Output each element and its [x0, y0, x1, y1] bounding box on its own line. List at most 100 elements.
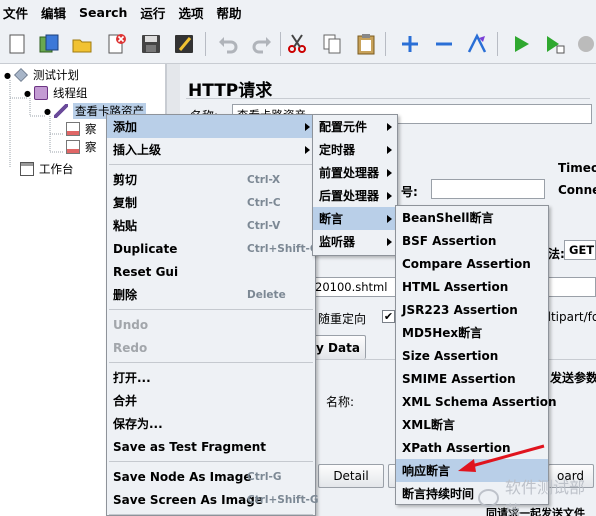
menu-item-shortcut: Ctrl+Shift-G — [247, 493, 319, 506]
watermark-text: 软件测试部落 — [505, 478, 586, 516]
menu-item-监听器[interactable]: 监听器 — [313, 230, 397, 253]
start-no-pause-icon[interactable] — [540, 30, 568, 58]
menu-item-label: BeanShell断言 — [402, 211, 494, 225]
menu-item-后置处理器[interactable]: 后置处理器 — [313, 184, 397, 207]
stop-icon[interactable] — [572, 30, 596, 58]
menu-item-label: 打开... — [113, 371, 151, 385]
menu-item-jsr223-assertion[interactable]: JSR223 Assertion — [396, 298, 548, 321]
menu-separator — [109, 164, 313, 165]
menu-item-合并[interactable]: 合并 — [107, 389, 315, 412]
tree-toggle-icon[interactable]: ● — [4, 71, 11, 80]
menu-item-前置处理器[interactable]: 前置处理器 — [313, 161, 397, 184]
collapse-icon[interactable] — [430, 30, 458, 58]
menu-item-smime-assertion[interactable]: SMIME Assertion — [396, 367, 548, 390]
tree-item-child[interactable]: 察 — [66, 138, 97, 156]
menu-item-xml断言[interactable]: XML断言 — [396, 413, 548, 436]
tree-item-workbench[interactable]: 工作台 — [20, 160, 74, 178]
menu-item-label: 断言持续时间 — [402, 487, 475, 501]
templates-icon[interactable] — [35, 30, 63, 58]
undo-icon[interactable] — [214, 30, 242, 58]
tree-item-child[interactable]: 察 — [66, 120, 97, 138]
menu-item-shortcut: Delete — [247, 288, 286, 301]
menu-item-定时器[interactable]: 定时器 — [313, 138, 397, 161]
menu-bar: 文件 编辑 Search 运行 选项 帮助 — [0, 0, 596, 24]
menu-item-label: XML Schema Assertion — [402, 394, 557, 409]
menu-item-beanshell断言[interactable]: BeanShell断言 — [396, 206, 548, 229]
menu-file[interactable]: 文件 — [0, 3, 34, 22]
tree-toggle-icon[interactable]: ● — [24, 89, 31, 98]
menu-item-剪切[interactable]: 剪切 Ctrl-X — [107, 168, 315, 191]
menu-item-redo: Redo — [107, 336, 315, 359]
menu-item-复制[interactable]: 复制 Ctrl-C — [107, 191, 315, 214]
menu-item-label: SMIME Assertion — [402, 371, 516, 386]
menu-item-duplicate[interactable]: Duplicate Ctrl+Shift-C — [107, 237, 318, 260]
port-field[interactable] — [431, 179, 545, 199]
menu-item-save-node-as-image[interactable]: Save Node As Image Ctrl-G — [107, 465, 315, 488]
menu-item-删除[interactable]: 删除 Delete — [107, 283, 315, 306]
menu-item-label: 配置元件 — [319, 120, 368, 134]
thread-group-icon — [33, 86, 48, 100]
menu-item-label: 插入上级 — [113, 143, 162, 157]
menu-help[interactable]: 帮助 — [213, 3, 247, 22]
menu-item-label: 定时器 — [319, 143, 356, 157]
menu-item-md5hex断言[interactable]: MD5Hex断言 — [396, 321, 548, 344]
menu-search[interactable]: Search — [76, 5, 133, 20]
menu-item-打开[interactable]: 打开... — [107, 366, 315, 389]
method-select[interactable]: GET — [564, 240, 596, 260]
test-plan-icon — [14, 68, 28, 82]
toggle-icon[interactable] — [463, 30, 491, 58]
start-icon[interactable] — [507, 30, 535, 58]
menu-item-html-assertion[interactable]: HTML Assertion — [396, 275, 548, 298]
menu-separator — [109, 514, 313, 515]
menu-item-label: 删除 — [113, 288, 138, 302]
wechat-icon — [478, 489, 500, 507]
menu-item-compare-assertion[interactable]: Compare Assertion — [396, 252, 548, 275]
save-icon[interactable] — [137, 30, 165, 58]
menu-item-label: 剪切 — [113, 173, 138, 187]
menu-item-断言[interactable]: 断言 — [313, 207, 397, 230]
menu-options[interactable]: 选项 — [175, 3, 209, 22]
menu-item-插入上级[interactable]: 插入上级 — [107, 138, 315, 161]
cut-icon[interactable] — [283, 30, 311, 58]
workbench-icon — [20, 162, 34, 176]
detail-button[interactable]: Detail — [318, 464, 384, 488]
menu-item-bsf-assertion[interactable]: BSF Assertion — [396, 229, 548, 252]
tab-body-data[interactable]: y Data — [310, 335, 366, 359]
param-name-label: 名称: — [326, 395, 355, 409]
menu-item-label: 后置处理器 — [319, 189, 380, 203]
menu-item-label: 添加 — [113, 120, 138, 134]
menu-item-xml-schema-assertion[interactable]: XML Schema Assertion — [396, 390, 557, 413]
expand-icon[interactable] — [396, 30, 424, 58]
menu-run[interactable]: 运行 — [137, 3, 171, 22]
watermark: 软件测试部落 — [478, 474, 596, 516]
menu-edit[interactable]: 编辑 — [38, 3, 72, 22]
menu-item-size-assertion[interactable]: Size Assertion — [396, 344, 548, 367]
method-label: 法: — [548, 247, 565, 261]
menu-item-label: Save Screen As Image — [113, 492, 263, 507]
context-menu: 添加插入上级剪切 Ctrl-X 复制 Ctrl-C 粘贴 Ctrl-V Duplicate C… — [106, 114, 319, 516]
send-params-label: 发送参数 — [550, 371, 596, 385]
menu-item-reset-gui[interactable]: Reset Gui — [107, 260, 315, 283]
tree-item-test-plan[interactable]: ● 测试计划 — [4, 66, 79, 84]
tree-item-thread-group[interactable]: ● 线程组 — [24, 84, 87, 102]
copy-icon[interactable] — [318, 30, 346, 58]
menu-item-粘贴[interactable]: 粘贴 Ctrl-V — [107, 214, 315, 237]
menu-item-配置元件[interactable]: 配置元件 — [313, 115, 397, 138]
menu-item-label: JSR223 Assertion — [402, 302, 518, 317]
close-icon[interactable] — [102, 30, 130, 58]
new-icon[interactable] — [3, 30, 31, 58]
menu-item-保存为[interactable]: 保存为... — [107, 412, 315, 435]
use-keepalive-checkbox[interactable]: ✔ — [382, 310, 395, 323]
tree-toggle-icon[interactable]: ● — [44, 107, 51, 116]
open-icon[interactable] — [68, 30, 96, 58]
menu-item-添加[interactable]: 添加 — [107, 115, 315, 138]
menu-item-label: Compare Assertion — [402, 256, 531, 271]
menu-item-save-as-test-fragment[interactable]: Save as Test Fragment — [107, 435, 315, 458]
save-screenshot-icon[interactable] — [170, 30, 198, 58]
menu-item-save-screen-as-image[interactable]: Save Screen As Image Ctrl+Shift-G — [107, 488, 319, 511]
menu-item-label: BSF Assertion — [402, 233, 497, 248]
menu-item-shortcut: Ctrl-C — [247, 196, 281, 209]
paste-icon[interactable] — [352, 30, 380, 58]
redo-icon[interactable] — [248, 30, 276, 58]
submenu-arrow-icon — [387, 191, 392, 200]
